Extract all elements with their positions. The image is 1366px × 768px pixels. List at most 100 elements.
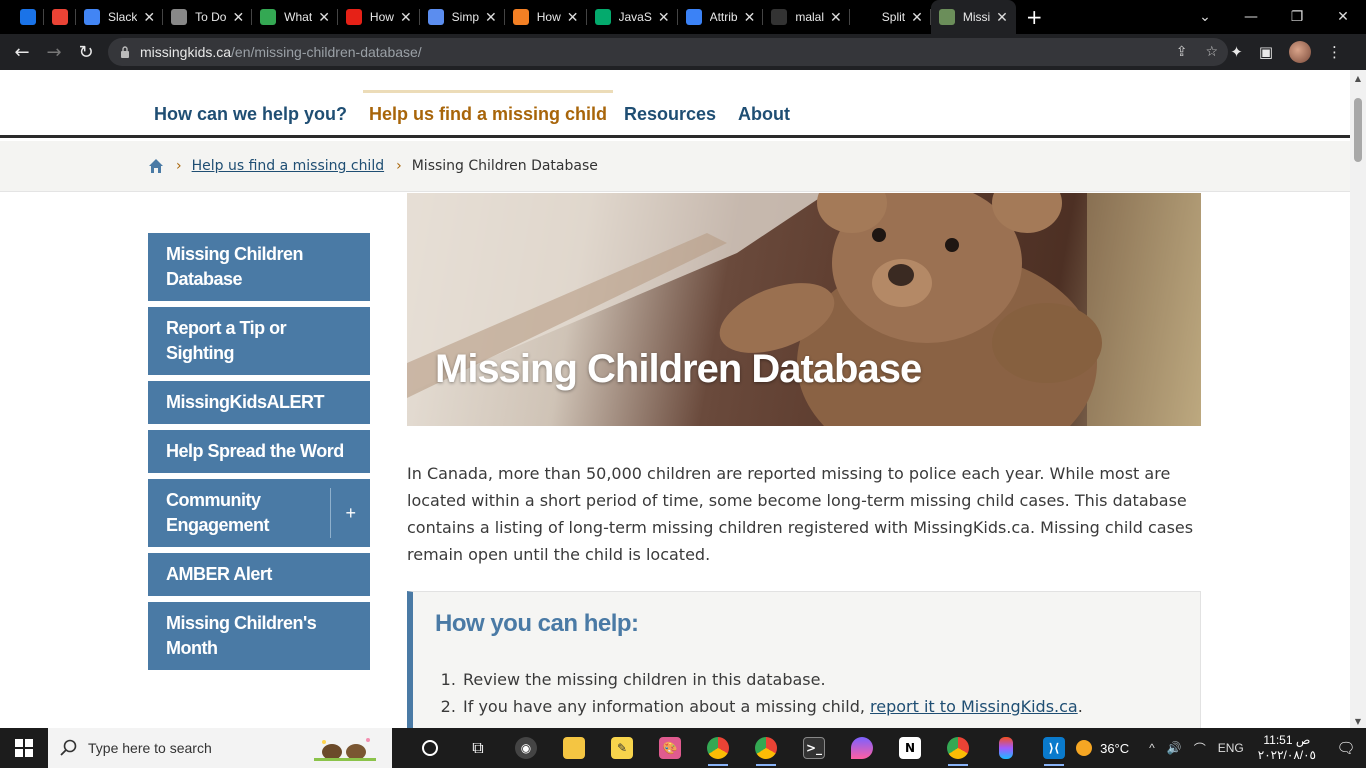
bookmark-star-icon[interactable]: ☆: [1205, 44, 1218, 60]
side-menu-amber-alert[interactable]: AMBER Alert: [148, 553, 370, 596]
reload-icon[interactable]: ↻: [70, 42, 102, 63]
tab-title: JavaS: [618, 10, 652, 24]
chrome-taskbar-icon[interactable]: [694, 728, 742, 768]
close-tab-icon[interactable]: ✕: [485, 9, 497, 26]
browser-tab[interactable]: JavaS ✕: [587, 0, 678, 34]
browser-tab[interactable]: What ✕: [252, 0, 338, 34]
nav-help-find-missing-child[interactable]: Help us find a missing child: [362, 90, 614, 125]
volume-icon[interactable]: 🔊: [1167, 741, 1182, 755]
close-tab-icon[interactable]: ✕: [400, 9, 412, 26]
terminal-icon[interactable]: >_: [790, 728, 838, 768]
close-window-button[interactable]: ✕: [1320, 9, 1366, 25]
close-tab-icon[interactable]: ✕: [658, 9, 670, 26]
nav-resources[interactable]: Resources: [624, 104, 716, 125]
chrome-menu-icon[interactable]: ⋮: [1327, 43, 1342, 61]
chrome-profile-taskbar-icon[interactable]: [742, 728, 790, 768]
weather-widget[interactable]: 36°C: [1076, 740, 1129, 756]
scrollbar-thumb[interactable]: [1354, 98, 1362, 162]
browser-tab[interactable]: How ✕: [505, 0, 587, 34]
extensions-puzzle-icon[interactable]: ✦: [1230, 43, 1243, 61]
globe-icon: [171, 9, 188, 25]
browser-tab[interactable]: [12, 0, 44, 34]
file-explorer-icon[interactable]: [550, 728, 598, 768]
media-player-icon[interactable]: ◉: [502, 728, 550, 768]
side-menu-missing-childrens-month[interactable]: Missing Children's Month: [148, 602, 370, 670]
paint-icon[interactable]: 🎨: [646, 728, 694, 768]
url-text: missingkids.ca/en/missing-children-datab…: [140, 44, 422, 60]
forward-icon[interactable]: →: [38, 42, 70, 63]
close-tab-icon[interactable]: ✕: [911, 9, 923, 26]
browser-tab-strip: Slack ✕ To Do ✕ What ✕ How ✕ Simp ✕ How ✕ JavaS ✕ Attr…: [0, 0, 1366, 34]
breadcrumb-link[interactable]: Help us find a missing child: [192, 158, 385, 174]
task-view-icon[interactable]: ⧉: [454, 728, 502, 768]
help-item-review: Review the missing children in this data…: [461, 666, 1083, 693]
side-menu-missingkidsalert[interactable]: MissingKidsALERT: [148, 381, 370, 424]
new-tab-button[interactable]: +: [1026, 5, 1043, 29]
address-bar[interactable]: missingkids.ca/en/missing-children-datab…: [108, 38, 1228, 66]
browser-tab[interactable]: [44, 0, 76, 34]
nav-how-can-we-help[interactable]: How can we help you?: [154, 104, 347, 125]
language-indicator[interactable]: ENG: [1218, 741, 1244, 755]
page-scrollbar[interactable]: ▲ ▼: [1350, 70, 1366, 728]
lock-icon[interactable]: [120, 46, 130, 58]
side-menu-report-tip[interactable]: Report a Tip or Sighting: [148, 307, 370, 375]
browser-tab[interactable]: Attrib ✕: [678, 0, 764, 34]
report-link[interactable]: report it to MissingKids.ca: [870, 697, 1078, 716]
clock[interactable]: 11:51 ص ٢٠٢٢/٠٨/٠٥: [1258, 733, 1316, 763]
browser-tab[interactable]: Split ✕: [850, 0, 931, 34]
close-tab-icon[interactable]: ✕: [996, 9, 1008, 26]
browser-tab[interactable]: How ✕: [338, 0, 420, 34]
tab-title: Missi: [962, 10, 991, 24]
close-tab-icon[interactable]: ✕: [744, 9, 756, 26]
figma-icon[interactable]: [982, 728, 1030, 768]
side-menu-community-engagement[interactable]: Community Engagement +: [148, 479, 370, 547]
window-controls: ⌄ — ❐ ✕: [1182, 0, 1366, 34]
vscode-icon[interactable]: ⟩⟨: [1030, 728, 1078, 768]
browser-tab[interactable]: To Do ✕: [163, 0, 253, 34]
side-panel-icon[interactable]: ▣: [1259, 43, 1273, 61]
close-tab-icon[interactable]: ✕: [567, 9, 579, 26]
sticky-notes-icon[interactable]: ✎: [598, 728, 646, 768]
notifications-icon[interactable]: 🗨: [1326, 739, 1366, 757]
side-menu-help-spread-word[interactable]: Help Spread the Word: [148, 430, 370, 473]
help-item-report: If you have any information about a miss…: [461, 693, 1083, 720]
close-tab-icon[interactable]: ✕: [318, 9, 330, 26]
minimize-button[interactable]: —: [1228, 9, 1274, 25]
home-icon[interactable]: [148, 158, 164, 174]
profile-avatar[interactable]: [1289, 41, 1311, 63]
network-icon[interactable]: ⌒: [1194, 740, 1206, 757]
scroll-up-arrow-icon[interactable]: ▲: [1350, 74, 1366, 83]
close-tab-icon[interactable]: ✕: [232, 9, 244, 26]
sun-icon: [1076, 740, 1093, 756]
close-tab-icon[interactable]: ✕: [830, 9, 842, 26]
browser-tab[interactable]: Missi ✕: [930, 0, 1016, 34]
system-tray: 36°C ^ 🔊 ⌒ ENG 11:51 ص ٢٠٢٢/٠٨/٠٥ 🗨: [1076, 728, 1366, 768]
side-menu-missing-children-database[interactable]: Missing Children Database: [148, 233, 370, 301]
notion-icon[interactable]: N: [886, 728, 934, 768]
tab-title: Slack: [108, 10, 138, 24]
drop-app-icon[interactable]: [838, 728, 886, 768]
tab-search-icon[interactable]: ⌄: [1182, 9, 1228, 25]
share-icon[interactable]: ⇪: [1176, 44, 1188, 60]
close-tab-icon[interactable]: ✕: [143, 9, 155, 26]
chrome-icon: [260, 9, 277, 25]
expand-plus-icon[interactable]: +: [330, 488, 370, 538]
start-button[interactable]: [0, 728, 48, 768]
missingkids-icon: [938, 9, 955, 25]
tab-title: What: [284, 10, 313, 24]
taskbar-search[interactable]: Type here to search: [48, 728, 392, 768]
breadcrumb: › Help us find a missing child › Missing…: [0, 141, 1350, 192]
nav-about[interactable]: About: [738, 104, 790, 125]
cortana-icon[interactable]: [406, 728, 454, 768]
chrome-alt-taskbar-icon[interactable]: [934, 728, 982, 768]
help-item-punct: .: [1077, 697, 1083, 716]
chevron-up-icon[interactable]: ^: [1149, 741, 1155, 755]
restore-button[interactable]: ❐: [1274, 9, 1320, 25]
browser-tab[interactable]: malal ✕: [763, 0, 851, 34]
browser-tab[interactable]: Simp ✕: [420, 0, 505, 34]
scroll-down-arrow-icon[interactable]: ▼: [1350, 717, 1366, 726]
tab-title: To Do: [195, 10, 227, 24]
clock-date: ٢٠٢٢/٠٨/٠٥: [1257, 748, 1316, 762]
browser-tab[interactable]: Slack ✕: [76, 0, 164, 34]
back-icon[interactable]: ←: [6, 42, 38, 63]
